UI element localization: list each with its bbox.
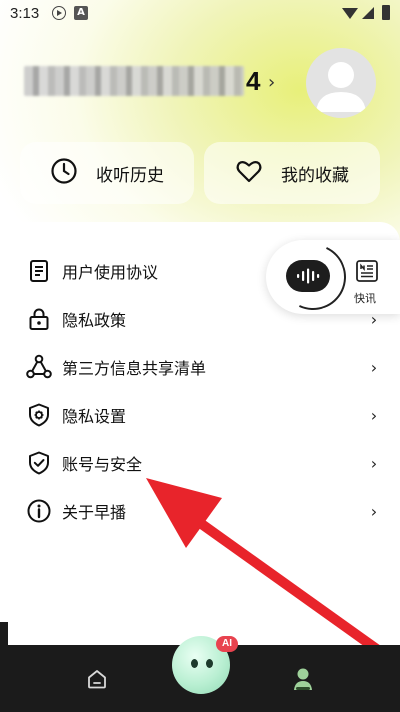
news-flash-icon[interactable] bbox=[354, 258, 380, 284]
chevron-right-icon: › bbox=[268, 72, 276, 93]
menu-label: 关于早播 bbox=[62, 503, 127, 522]
menu-item-account-security[interactable]: 账号与安全 › bbox=[26, 443, 380, 483]
shield-gear-icon bbox=[26, 402, 52, 428]
menu-item-privacy-settings[interactable]: 隐私设置 › bbox=[26, 395, 380, 435]
chevron-right-icon: › bbox=[370, 357, 378, 377]
chevron-right-icon: › bbox=[370, 453, 378, 473]
lock-icon bbox=[26, 306, 52, 332]
battery-icon bbox=[382, 5, 390, 20]
shield-check-icon bbox=[26, 450, 52, 476]
status-bar: 3:13 A bbox=[0, 0, 400, 28]
audio-play-button[interactable] bbox=[286, 260, 330, 292]
play-icon bbox=[52, 6, 66, 20]
avatar[interactable] bbox=[306, 48, 376, 118]
heart-icon bbox=[235, 157, 263, 190]
listen-history-button[interactable]: 收听历史 bbox=[20, 142, 194, 204]
share-nodes-icon bbox=[26, 354, 52, 380]
user-silhouette-icon bbox=[316, 62, 366, 112]
menu-item-about[interactable]: 关于早播 › bbox=[26, 491, 380, 531]
ai-eye-right bbox=[206, 659, 213, 668]
chevron-right-icon: › bbox=[370, 405, 378, 425]
menu-item-third-party-sharing[interactable]: 第三方信息共享清单 › bbox=[26, 347, 380, 387]
floating-player-panel: 快讯 bbox=[266, 234, 400, 320]
clock-icon bbox=[50, 157, 78, 190]
info-icon bbox=[26, 498, 52, 524]
chevron-right-icon: › bbox=[370, 501, 378, 521]
status-time: 3:13 bbox=[10, 5, 40, 22]
menu-label: 隐私设置 bbox=[62, 407, 127, 426]
username-suffix: 4 bbox=[246, 66, 261, 96]
a-icon: A bbox=[74, 6, 88, 20]
wifi-icon bbox=[342, 8, 358, 19]
news-flash-label[interactable]: 快讯 bbox=[354, 290, 376, 306]
ai-badge: AI bbox=[216, 636, 238, 652]
my-favorites-button[interactable]: 我的收藏 bbox=[204, 142, 380, 204]
listen-history-label: 收听历史 bbox=[96, 165, 164, 186]
profile-nav-icon[interactable] bbox=[292, 666, 314, 692]
document-icon bbox=[26, 258, 52, 284]
menu-label: 第三方信息共享清单 bbox=[62, 359, 207, 378]
username-redacted bbox=[24, 66, 244, 96]
ai-eye-left bbox=[191, 659, 198, 668]
menu-label: 账号与安全 bbox=[62, 455, 143, 474]
sound-wave-icon bbox=[297, 268, 320, 284]
signal-icon bbox=[362, 7, 374, 19]
home-icon[interactable] bbox=[86, 668, 108, 690]
my-favorites-label: 我的收藏 bbox=[281, 165, 349, 186]
